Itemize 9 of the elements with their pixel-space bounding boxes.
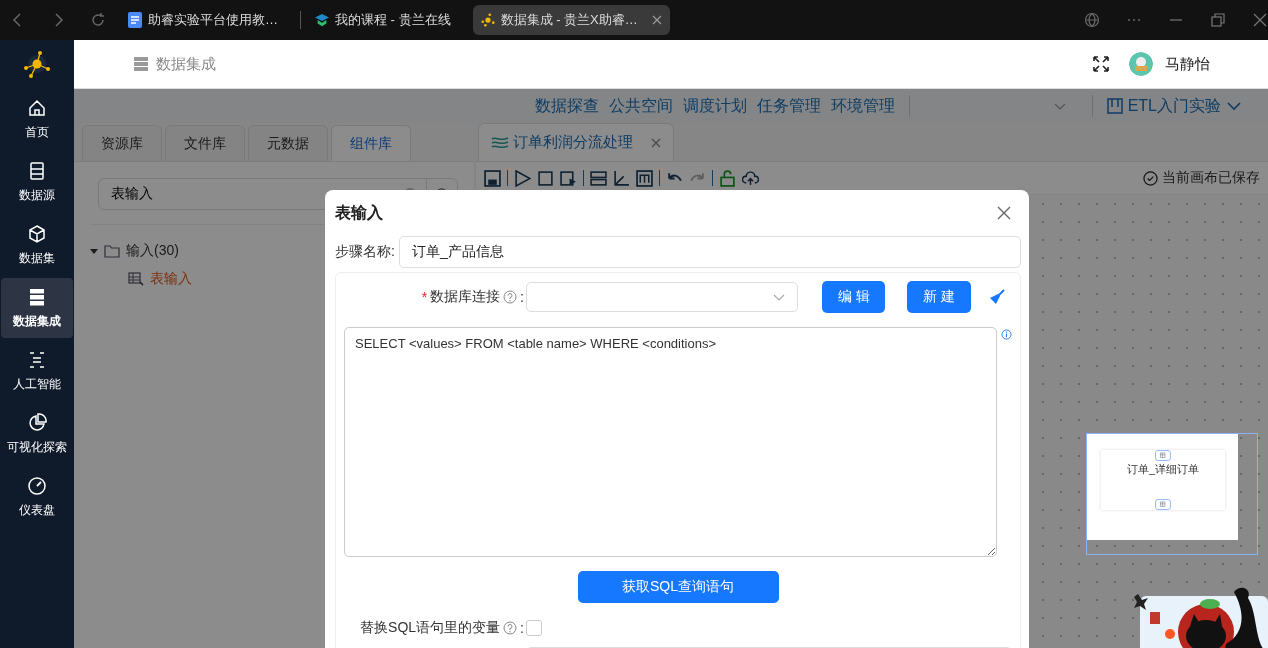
node-label: 订单_详细订单 [1126, 462, 1200, 477]
field-label: 替换SQL语句里的变量 [360, 619, 501, 637]
save-status: 当前画布已保存 [1162, 169, 1260, 187]
label-colon: : [520, 620, 524, 636]
field-label: 数据库连接 [430, 288, 501, 306]
breadcrumb: 数据集成 [156, 54, 217, 74]
required-mark: * [421, 289, 428, 305]
label-colon: : [520, 289, 524, 305]
field-label: 步骤名称: [335, 243, 395, 261]
